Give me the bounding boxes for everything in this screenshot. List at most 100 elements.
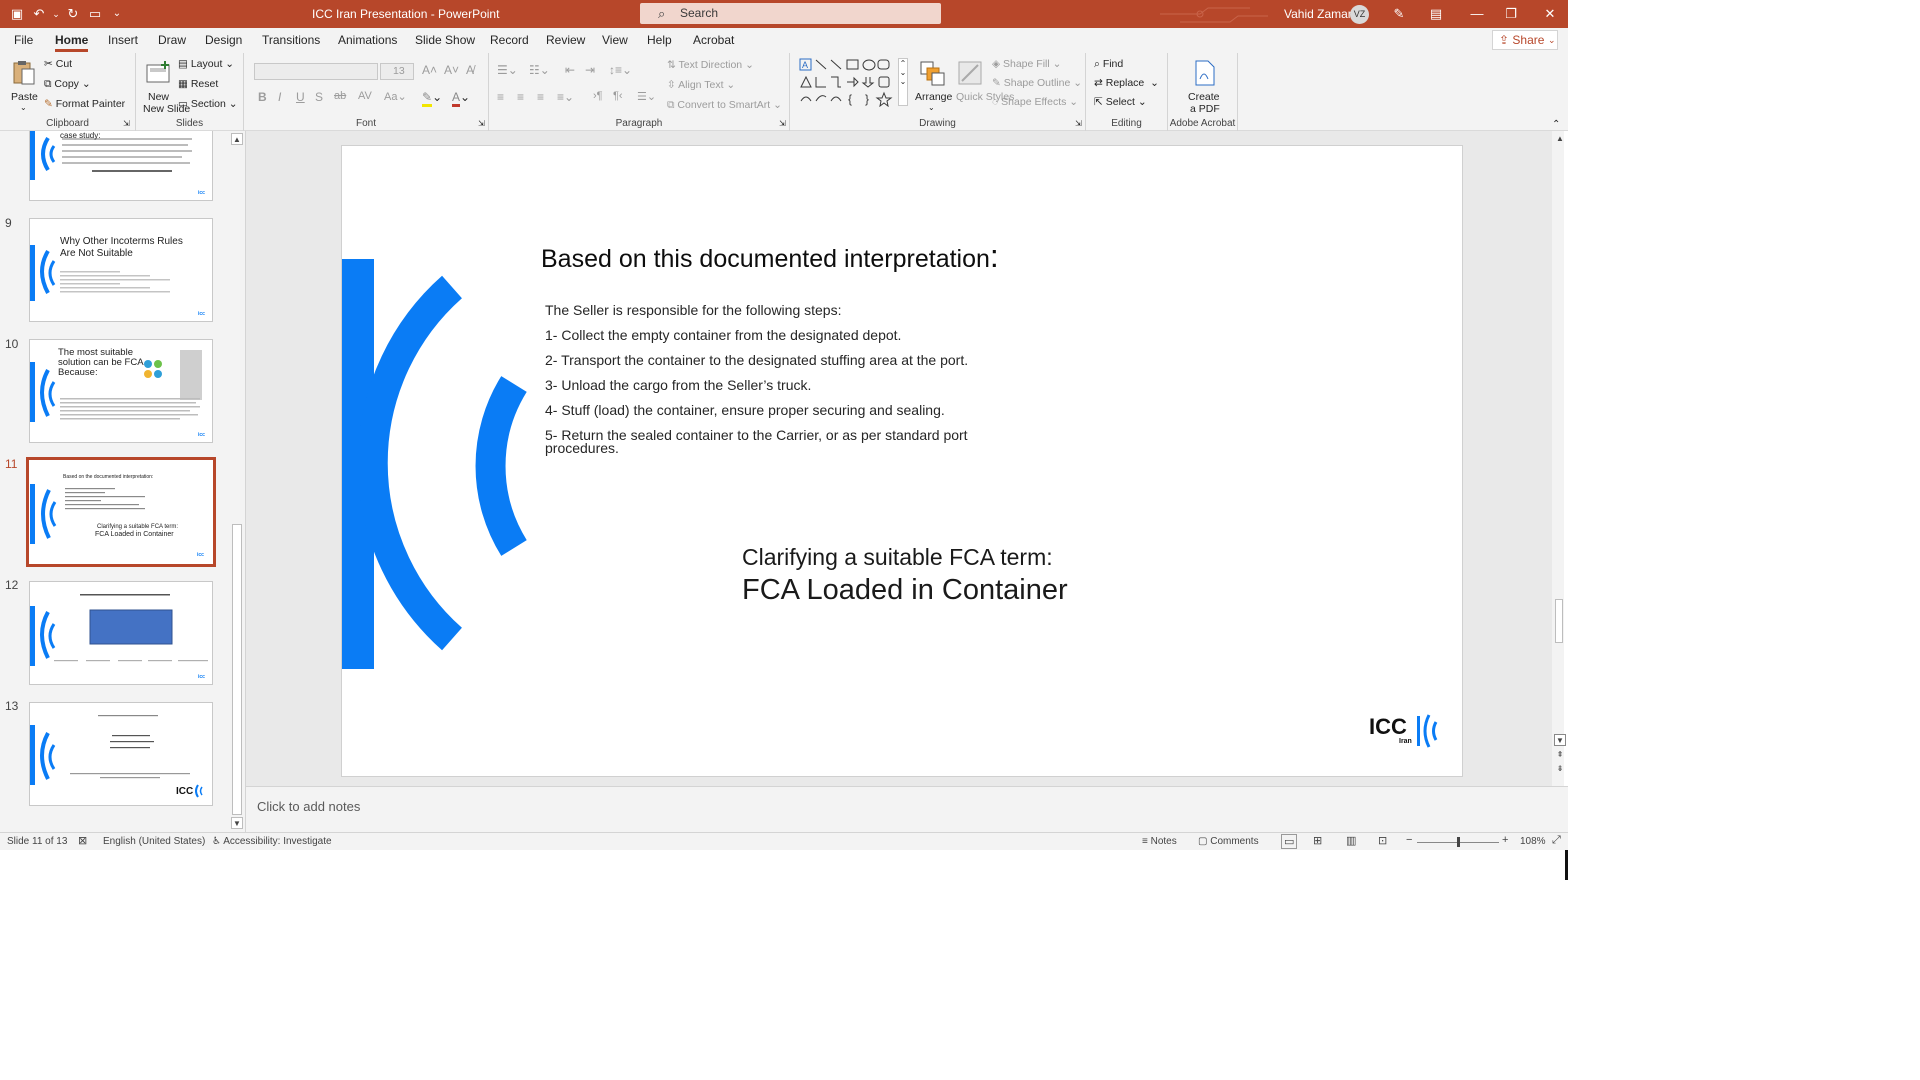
clear-formatting-icon[interactable]: A̸ — [466, 63, 474, 77]
create-pdf-button[interactable]: Create a PDF — [1184, 57, 1224, 115]
scroll-up-icon[interactable]: ▲ — [1554, 133, 1566, 145]
slide-subtitle-2[interactable]: FCA Loaded in Container — [742, 574, 1068, 607]
redo-icon[interactable]: ↻ — [64, 4, 82, 24]
shape-effects-button[interactable]: ◌ Shape Effects ⌄ — [992, 96, 1078, 108]
highlighter-icon[interactable]: ✎⌄ — [422, 90, 442, 107]
user-name[interactable]: Vahid Zamani — [1284, 7, 1357, 21]
find-button[interactable]: ⌕ Find — [1094, 58, 1123, 71]
notes-pane[interactable]: Click to add notes — [246, 786, 1568, 832]
scroll-down-icon[interactable]: ▼ — [231, 817, 243, 829]
layout-button[interactable]: ▤ Layout ⌄ — [178, 58, 234, 70]
current-slide[interactable]: Based on this documented interpretation:… — [341, 145, 1463, 777]
tab-animations[interactable]: Animations — [338, 33, 397, 47]
undo-dropdown-icon[interactable]: ⌄ — [52, 4, 60, 24]
previous-slide-icon[interactable]: ⇞ — [1554, 749, 1566, 761]
restore-icon[interactable]: ❐ — [1501, 5, 1521, 23]
rtl-icon[interactable]: ›¶ — [593, 90, 603, 102]
collapse-ribbon-icon[interactable]: ⌃ — [1552, 119, 1560, 130]
autosave-icon[interactable]: ▣ — [8, 4, 26, 24]
tab-review[interactable]: Review — [546, 33, 585, 47]
replace-button[interactable]: ⇄ Replace ⌄ — [1094, 77, 1159, 89]
increase-font-icon[interactable]: A˄ — [422, 63, 437, 77]
shadow-icon[interactable]: S — [315, 90, 323, 104]
scroll-down-icon[interactable]: ▼ — [1554, 734, 1566, 746]
reset-button[interactable]: ▦ Reset — [178, 78, 218, 90]
fit-slide-icon[interactable]: ⤢ — [1552, 834, 1561, 847]
accessibility-button[interactable]: ♿ Accessibility: Investigate — [212, 836, 332, 847]
font-size-dropdown[interactable]: 13 — [380, 63, 414, 80]
text-direction-button[interactable]: ⇅ Text Direction ⌄ — [667, 59, 754, 71]
tab-slide-show[interactable]: Slide Show — [415, 33, 475, 47]
tab-view[interactable]: View — [602, 33, 628, 47]
dialog-launcher-icon[interactable]: ⇲ — [123, 119, 130, 128]
slide-thumbnail-8[interactable]: icc case study: — [29, 131, 213, 201]
slide-body-text[interactable]: The Seller is responsible for the follow… — [545, 298, 968, 461]
tab-transitions[interactable]: Transitions — [262, 33, 320, 47]
dialog-launcher-icon[interactable]: ⇲ — [1075, 119, 1082, 128]
shape-fill-button[interactable]: ◈ Shape Fill ⌄ — [992, 58, 1061, 70]
tab-home[interactable]: Home — [55, 33, 89, 52]
close-icon[interactable]: ✕ — [1540, 5, 1560, 23]
slide-thumbnail-9[interactable]: icc Why Other Incoterms Rules Are Not Su… — [29, 218, 213, 322]
arrange-button[interactable]: Arrange ⌄ — [914, 57, 952, 115]
shapes-gallery[interactable]: A { } — [798, 57, 902, 107]
presenter-icon[interactable]: ▭ — [86, 4, 104, 24]
font-color-icon[interactable]: A⌄ — [452, 90, 470, 107]
align-right-icon[interactable]: ≡ — [537, 90, 544, 104]
zoom-out-icon[interactable]: − — [1406, 834, 1412, 846]
font-name-dropdown[interactable] — [254, 63, 378, 80]
tab-help[interactable]: Help — [647, 33, 672, 47]
dialog-launcher-icon[interactable]: ⇲ — [478, 119, 485, 128]
convert-smartart-button[interactable]: ⧉ Convert to SmartArt ⌄ — [667, 99, 782, 112]
tab-design[interactable]: Design — [205, 33, 242, 47]
scrollbar-thumb[interactable] — [1555, 599, 1563, 643]
format-painter-button[interactable]: ✎ Format Painter — [44, 98, 125, 110]
bold-icon[interactable]: B — [258, 90, 267, 104]
tab-record[interactable]: Record — [490, 33, 529, 47]
slide-title[interactable]: Based on this documented interpretation: — [541, 238, 999, 275]
minimize-icon[interactable]: — — [1467, 5, 1487, 23]
decrease-font-icon[interactable]: A˅ — [444, 63, 459, 77]
italic-icon[interactable]: I — [278, 90, 281, 104]
comments-button[interactable]: ▢ Comments — [1198, 836, 1259, 847]
strikethrough-icon[interactable]: ab — [334, 90, 346, 102]
reading-view-icon[interactable]: ▥ — [1346, 834, 1356, 847]
tab-acrobat[interactable]: Acrobat — [693, 33, 734, 47]
scrollbar-thumb[interactable] — [232, 524, 242, 815]
tab-draw[interactable]: Draw — [158, 33, 186, 47]
change-case-icon[interactable]: Aa⌄ — [384, 90, 407, 103]
copy-button[interactable]: ⧉ Copy ⌄ — [44, 78, 91, 91]
shapes-gallery-scroll[interactable]: ⌃ ⌄ ⌄ — [898, 58, 908, 106]
dialog-launcher-icon[interactable]: ⇲ — [779, 119, 786, 128]
select-button[interactable]: ⇱ Select ⌄ — [1094, 96, 1147, 108]
zoom-in-icon[interactable]: + — [1502, 834, 1508, 846]
next-slide-icon[interactable]: ⇟ — [1554, 763, 1566, 775]
shape-outline-button[interactable]: ✎ Shape Outline ⌄ — [992, 77, 1082, 89]
undo-icon[interactable]: ↶ — [30, 4, 48, 24]
tab-insert[interactable]: Insert — [108, 33, 138, 47]
zoom-slider-handle[interactable] — [1457, 837, 1460, 847]
share-button[interactable]: ⇪ Share ⌄ — [1492, 30, 1558, 50]
normal-view-icon[interactable]: ▭ — [1281, 834, 1298, 849]
align-center-icon[interactable]: ≡ — [517, 90, 524, 104]
paste-button[interactable]: Paste ⌄ — [8, 57, 40, 115]
decrease-indent-icon[interactable]: ⇤ — [565, 63, 575, 77]
section-button[interactable]: ▭ Section ⌄ — [178, 98, 238, 110]
slide-thumbnail-13[interactable]: ICC — [29, 702, 213, 806]
slide-thumbnail-12[interactable]: icc — [29, 581, 213, 685]
scroll-up-icon[interactable]: ▲ — [231, 133, 243, 145]
character-spacing-icon[interactable]: AV — [358, 90, 372, 102]
spellcheck-icon[interactable]: ⊠ — [78, 834, 87, 847]
underline-icon[interactable]: U — [296, 90, 305, 104]
numbering-icon[interactable]: ☷⌄ — [529, 63, 550, 77]
bullets-icon[interactable]: ☰⌄ — [497, 63, 518, 77]
slideshow-view-icon[interactable]: ⊡ — [1378, 834, 1387, 847]
pen-icon[interactable]: ✎ — [1389, 5, 1409, 23]
justify-icon[interactable]: ≡⌄ — [557, 90, 574, 104]
tab-file[interactable]: File — [14, 33, 33, 47]
slide-thumbnail-11-selected[interactable]: icc Based on the documented interpretati… — [26, 457, 216, 567]
ltr-icon[interactable]: ¶‹ — [613, 90, 623, 102]
notes-button[interactable]: ≡ Notes — [1142, 836, 1177, 847]
quick-styles-button[interactable]: Quick Styles — [954, 57, 1014, 115]
ribbon-display-icon[interactable]: ▤ — [1426, 5, 1446, 23]
